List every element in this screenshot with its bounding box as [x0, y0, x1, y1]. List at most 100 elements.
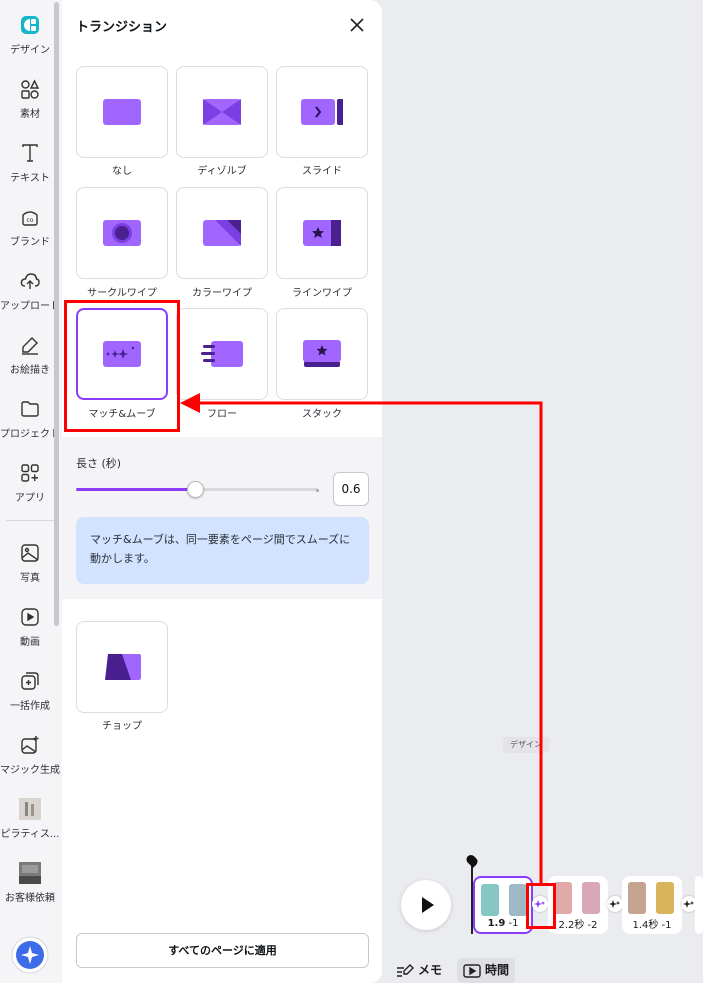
transition-chop[interactable] — [76, 621, 168, 713]
page-thumbnail[interactable] — [695, 876, 703, 934]
play-button[interactable] — [401, 880, 451, 930]
rail-item-videos[interactable]: 動画 — [0, 606, 60, 648]
rail-scrollbar[interactable] — [54, 2, 59, 626]
circle-wipe-icon — [103, 220, 141, 246]
transition-flow[interactable] — [176, 308, 268, 400]
info-box: マッチ&ムーブは、同一要素をページ間でスムーズに動かします。 — [76, 517, 369, 584]
magic-assistant-icon — [11, 936, 49, 974]
transition-stack[interactable] — [276, 308, 368, 400]
transition-label: ディゾルブ — [197, 166, 247, 177]
photo-thumbnail — [628, 882, 646, 914]
rail-item-pilates[interactable]: ピラティス... — [0, 798, 60, 840]
timer-icon — [463, 963, 481, 978]
color-wipe-icon — [203, 220, 241, 246]
duration-label: 長さ (秒) — [76, 457, 122, 470]
page-thumbnail[interactable]: 1.9 -1 — [473, 876, 533, 934]
rail-item-brand[interactable]: co ブランド — [0, 206, 60, 248]
rail-label: デザイン — [10, 45, 50, 56]
brand-icon: co — [22, 211, 38, 226]
transition-label: カラーワイプ — [192, 288, 252, 299]
draw-icon — [22, 337, 38, 355]
rail-item-elements[interactable]: 素材 — [0, 78, 60, 120]
rail-item-design[interactable]: デザイン — [0, 14, 60, 56]
rail-label: お客様依頼 — [5, 893, 55, 904]
timer-button[interactable]: 時間 — [457, 958, 516, 983]
rail-item-text[interactable]: テキスト — [0, 142, 60, 184]
transition-color-wipe[interactable] — [176, 187, 268, 279]
none-icon — [103, 99, 141, 125]
close-icon[interactable] — [348, 16, 366, 34]
photo-thumbnail — [509, 884, 527, 916]
transition-slide[interactable] — [276, 66, 368, 158]
rail-item-apps[interactable]: アプリ — [0, 462, 60, 504]
rail-divider — [6, 520, 56, 521]
slider-thumb[interactable] — [186, 481, 204, 498]
duration-value-input[interactable]: 0.6 — [333, 472, 369, 506]
line-wipe-icon — [303, 220, 341, 246]
video-icon — [21, 608, 39, 626]
transition-label: サークルワイプ — [87, 288, 157, 299]
page-duration: 1.4秒 -1 — [632, 920, 672, 931]
bulk-create-icon — [21, 672, 39, 690]
rail-label: プロジェクト — [0, 429, 60, 440]
page-thumbnail[interactable]: 1.4秒 -1 — [622, 876, 682, 934]
design-icon — [21, 16, 39, 34]
highlight-box-match-move — [64, 300, 180, 432]
playhead-marker[interactable] — [464, 853, 480, 868]
rail-item-upload[interactable]: アップロード — [0, 270, 60, 312]
slider-fill — [76, 488, 195, 491]
rail-item-magic-media[interactable]: マジック生成 — [0, 734, 60, 776]
apps-icon — [21, 464, 39, 482]
transition-circle-wipe[interactable] — [76, 187, 168, 279]
transition-dissolve[interactable] — [176, 66, 268, 158]
rail-label: お絵描き — [10, 365, 50, 376]
transition-label: チョップ — [102, 721, 142, 732]
side-rail: デザイン 素材 テキスト co ブランド アップロード お絵描き プロジェクト … — [0, 0, 62, 983]
rail-label: アプリ — [15, 493, 45, 504]
rail-item-bulk-create[interactable]: 一括作成 — [0, 670, 60, 712]
chop-icon — [105, 654, 141, 680]
panel-title: トランジション — [76, 20, 168, 35]
transitions-panel: トランジション なし ディゾルブ スライド サークルワイプ カラーワイプ ライン… — [62, 0, 382, 983]
photo-thumbnail — [656, 882, 674, 914]
rail-label: ピラティス... — [0, 829, 60, 840]
photo-thumbnail — [582, 882, 600, 914]
rail-label: 一括作成 — [10, 701, 50, 712]
transition-chip[interactable] — [607, 896, 623, 912]
rail-label: 素材 — [20, 109, 40, 120]
folder-icon — [21, 401, 39, 417]
playhead[interactable] — [471, 862, 473, 934]
photo-icon — [21, 544, 39, 562]
slider-end-dot — [316, 489, 319, 492]
dissolve-icon — [203, 99, 241, 125]
apply-all-button[interactable]: すべてのページに適用 — [76, 933, 369, 968]
rail-label: テキスト — [10, 173, 50, 184]
duration-slider[interactable] — [76, 481, 318, 498]
transition-label: ラインワイプ — [292, 288, 352, 299]
page-duration: 1.9 -1 — [487, 918, 519, 929]
transition-line-wipe[interactable] — [276, 187, 368, 279]
rail-item-projects[interactable]: プロジェクト — [0, 398, 60, 440]
assistant-button[interactable] — [0, 936, 60, 974]
notes-button[interactable]: メモ — [396, 958, 442, 983]
photo-thumbnail — [554, 882, 572, 914]
page-thumbnail[interactable]: 2.2秒 -2 — [548, 876, 608, 934]
transition-none[interactable] — [76, 66, 168, 158]
page-duration: 2.2秒 -2 — [558, 920, 598, 931]
page-tooltip: デザイン — [503, 737, 549, 753]
notes-icon — [397, 963, 414, 977]
rail-label: ブランド — [10, 237, 50, 248]
transition-small-icon — [609, 900, 620, 908]
photo-thumbnail — [481, 884, 499, 916]
rail-label: 動画 — [20, 637, 40, 648]
transition-label: スタック — [302, 409, 342, 420]
upload-icon — [20, 273, 40, 289]
pilates-thumbnail — [19, 798, 41, 820]
transition-label: フロー — [207, 409, 237, 420]
rail-item-photos[interactable]: 写真 — [0, 542, 60, 584]
rail-label: 写真 — [20, 573, 40, 584]
magic-media-icon — [21, 736, 39, 754]
rail-item-customer-request[interactable]: お客様依頼 — [0, 862, 60, 904]
rail-item-draw[interactable]: お絵描き — [0, 334, 60, 376]
highlight-box-transition-chip — [526, 883, 556, 929]
